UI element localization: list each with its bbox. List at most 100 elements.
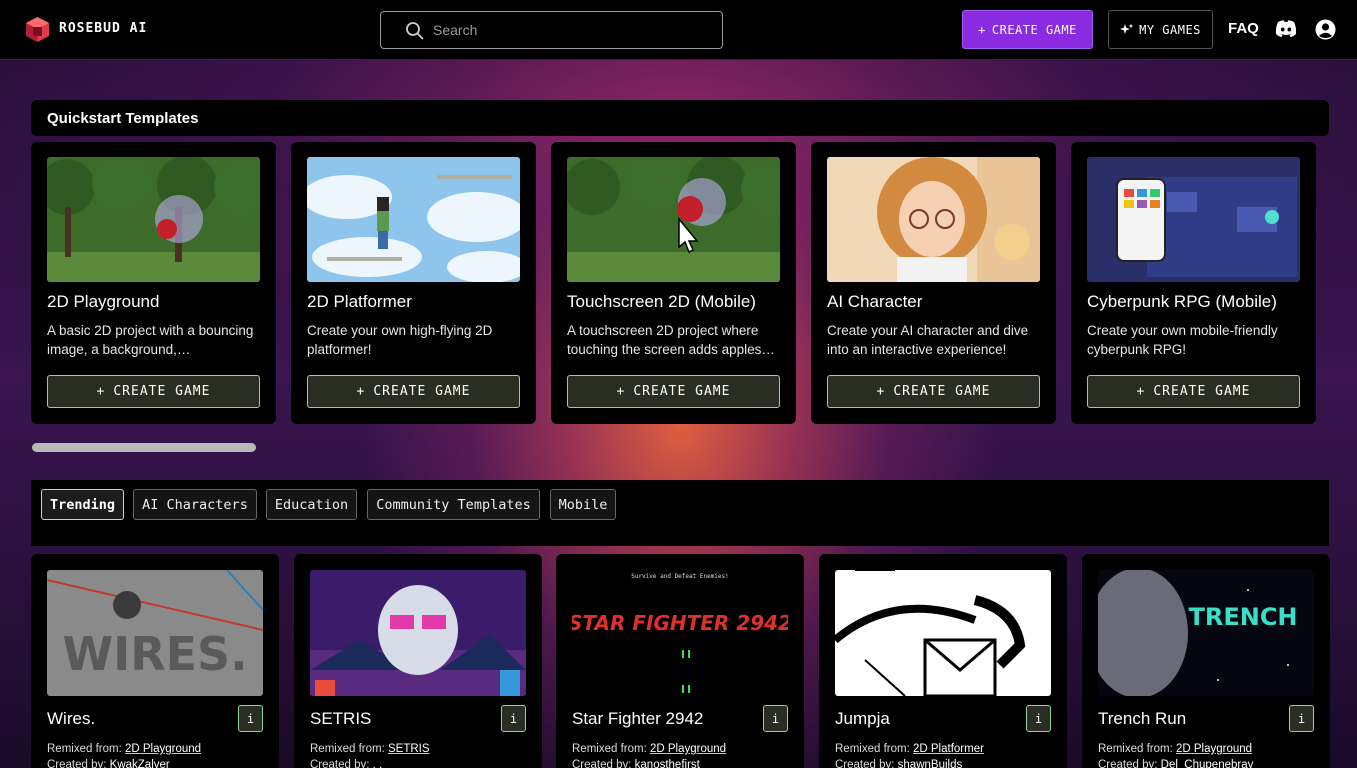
creator-link[interactable]: kanosthefirst xyxy=(635,759,700,768)
created-label: Created by: xyxy=(1098,759,1158,768)
template-title: AI Character xyxy=(827,292,923,311)
game-title: Star Fighter 2942 xyxy=(572,709,704,728)
creator-link[interactable]: Del_Chupenebray xyxy=(1161,759,1254,768)
discord-icon[interactable] xyxy=(1275,19,1297,39)
info-button[interactable]: i xyxy=(238,705,263,732)
info-button[interactable]: i xyxy=(1289,705,1314,732)
remixed-label: Remixed from: xyxy=(310,743,385,755)
search-input[interactable] xyxy=(433,20,703,40)
game-thumbnail[interactable]: Survive and Defeat Enemies! STAR FIGHTER… xyxy=(572,570,788,696)
faq-link[interactable]: FAQ xyxy=(1228,20,1259,37)
plus-icon: + xyxy=(96,384,106,399)
tab-education[interactable]: Education xyxy=(266,489,357,520)
template-title: 2D Playground xyxy=(47,292,160,311)
brand-name[interactable]: ROSEBUD AI xyxy=(59,21,147,36)
game-thumbnail[interactable]: WIRES. xyxy=(47,570,263,696)
star-fighter-thumb-text: STAR FIGHTER 2942 xyxy=(572,611,788,635)
create-game-label: CREATE GAME xyxy=(633,384,731,399)
remixed-from-link[interactable]: SETRIS xyxy=(388,743,430,755)
created-label: Created by: xyxy=(310,759,370,768)
template-create-game-button[interactable]: + CREATE GAME xyxy=(1087,375,1300,408)
remixed-label: Remixed from: xyxy=(1098,743,1173,755)
account-icon[interactable] xyxy=(1315,19,1336,40)
template-create-game-button[interactable]: + CREATE GAME xyxy=(567,375,780,408)
create-game-label: CREATE GAME xyxy=(113,384,211,399)
game-title: Jumpja xyxy=(835,709,890,728)
template-title: Cyberpunk RPG (Mobile) xyxy=(1087,292,1277,311)
template-thumbnail[interactable] xyxy=(47,157,260,282)
template-description: A touchscreen 2D project where touching … xyxy=(567,323,775,357)
top-navbar: ROSEBUD AI + CREATE GAME MY GAMES FAQ xyxy=(0,0,1357,60)
tab-ai-characters[interactable]: AI Characters xyxy=(133,489,257,520)
plus-icon: + xyxy=(1136,384,1146,399)
template-description: Create your own high-flying 2D platforme… xyxy=(307,323,493,357)
remixed-label: Remixed from: xyxy=(572,743,647,755)
created-label: Created by: xyxy=(835,759,895,768)
game-card[interactable]: Survive and Defeat Enemies! STAR FIGHTER… xyxy=(556,554,804,768)
remixed-from-link[interactable]: 2D Playground xyxy=(1176,743,1252,755)
template-thumbnail[interactable] xyxy=(827,157,1040,282)
game-meta: Remixed from: 2D Playground Created by: … xyxy=(1098,741,1253,768)
remixed-from-link[interactable]: 2D Playground xyxy=(125,743,201,755)
plus-icon: + xyxy=(356,384,366,399)
trench-thumb-text: TRENCH xyxy=(1188,603,1297,631)
template-card[interactable]: 2D Platformer Create your own high-flyin… xyxy=(291,142,536,424)
game-meta: Remixed from: SETRIS Created by: . . xyxy=(310,741,430,768)
game-meta: Remixed from: 2D Playground Created by: … xyxy=(47,741,201,768)
game-title: Wires. xyxy=(47,709,96,728)
remixed-from-link[interactable]: 2D Playground xyxy=(650,743,726,755)
remixed-label: Remixed from: xyxy=(47,743,122,755)
template-title: Touchscreen 2D (Mobile) xyxy=(567,292,756,311)
remixed-label: Remixed from: xyxy=(835,743,910,755)
template-card[interactable]: AI Character Create your AI character an… xyxy=(811,142,1056,424)
game-card[interactable]: Jumpja i Remixed from: 2D Platformer Cre… xyxy=(819,554,1067,768)
template-create-game-button[interactable]: + CREATE GAME xyxy=(307,375,520,408)
sparkle-icon xyxy=(1120,23,1134,34)
created-label: Created by: xyxy=(572,759,632,768)
create-game-label: CREATE GAME xyxy=(373,384,471,399)
plus-icon: + xyxy=(616,384,626,399)
tab-trending[interactable]: Trending xyxy=(41,489,124,520)
plus-icon: + xyxy=(978,22,986,37)
game-card[interactable]: SETRIS i Remixed from: SETRIS Created by… xyxy=(294,554,542,768)
remixed-from-link[interactable]: 2D Platformer xyxy=(913,743,984,755)
search-box[interactable] xyxy=(380,11,723,49)
template-card[interactable]: Touchscreen 2D (Mobile) A touchscreen 2D… xyxy=(551,142,796,424)
game-card[interactable]: WIRES. Wires. i Remixed from: 2D Playgro… xyxy=(31,554,279,768)
game-thumbnail[interactable] xyxy=(835,570,1051,696)
created-label: Created by: xyxy=(47,759,107,768)
carousel-scrollbar[interactable] xyxy=(32,443,256,452)
info-button[interactable]: i xyxy=(763,705,788,732)
category-tabs: Trending AI Characters Education Communi… xyxy=(31,480,1329,546)
template-description: Create your AI character and dive into a… xyxy=(827,323,1029,357)
creator-link[interactable]: KwakZalver xyxy=(110,759,170,768)
template-card[interactable]: 2D Playground A basic 2D project with a … xyxy=(31,142,276,424)
tab-community-templates[interactable]: Community Templates xyxy=(367,489,540,520)
template-thumbnail[interactable] xyxy=(307,157,520,282)
template-create-game-button[interactable]: + CREATE GAME xyxy=(47,375,260,408)
game-title: SETRIS xyxy=(310,709,372,728)
creator-link[interactable]: . . xyxy=(373,759,383,768)
create-game-button[interactable]: + CREATE GAME xyxy=(962,10,1093,49)
template-thumbnail[interactable] xyxy=(567,157,780,282)
game-meta: Remixed from: 2D Playground Created by: … xyxy=(572,741,726,768)
template-thumbnail[interactable] xyxy=(1087,157,1300,282)
info-button[interactable]: i xyxy=(501,705,526,732)
game-thumbnail[interactable] xyxy=(310,570,526,696)
template-create-game-button[interactable]: + CREATE GAME xyxy=(827,375,1040,408)
create-game-label: CREATE GAME xyxy=(991,22,1077,37)
plus-icon: + xyxy=(876,384,886,399)
star-fighter-subtitle: Survive and Defeat Enemies! xyxy=(631,573,729,580)
creator-link[interactable]: shawnBuilds xyxy=(898,759,963,768)
template-description: A basic 2D project with a bouncing image… xyxy=(47,323,254,357)
info-button[interactable]: i xyxy=(1026,705,1051,732)
rosebud-logo-icon[interactable] xyxy=(24,16,51,43)
my-games-button[interactable]: MY GAMES xyxy=(1108,10,1213,49)
template-title: 2D Platformer xyxy=(307,292,412,311)
game-thumbnail[interactable]: TRENCH xyxy=(1098,570,1314,696)
template-description: Create your own mobile-friendly cyberpun… xyxy=(1087,323,1278,357)
tab-mobile[interactable]: Mobile xyxy=(550,489,616,520)
game-title: Trench Run xyxy=(1098,709,1187,728)
game-card[interactable]: TRENCH Trench Run i Remixed from: 2D Pla… xyxy=(1082,554,1330,768)
template-card[interactable]: Cyberpunk RPG (Mobile) Create your own m… xyxy=(1071,142,1316,424)
